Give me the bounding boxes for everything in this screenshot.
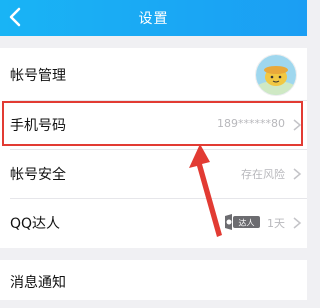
row-message-notifications[interactable]: 消息通知 — [0, 260, 307, 308]
qq-master-badge-text: 达人 — [239, 218, 255, 228]
row-label: 消息通知 — [10, 275, 66, 291]
qq-master-badge-icon: 达人 — [225, 214, 260, 230]
qq-master-days: 1天 — [267, 217, 285, 230]
settings-group-secondary: 消息通知 — [0, 260, 307, 300]
row-account-security[interactable]: 帐号安全 存在风险 — [0, 150, 307, 198]
row-qq-master[interactable]: QQ达人 达人 1天 — [0, 199, 307, 247]
row-label: 帐号管理 — [10, 68, 66, 84]
phone-number-value: 189******80 — [217, 117, 285, 130]
security-status-value: 存在风险 — [241, 168, 285, 181]
header-bar: 设置 — [0, 0, 307, 36]
row-label: QQ达人 — [10, 216, 61, 232]
avatar-icon — [255, 54, 297, 96]
settings-group-main: 帐号管理 手机号码 189******80 帐号安全 存在风险 QQ达人 达人 … — [0, 48, 307, 248]
chevron-right-icon — [293, 119, 302, 131]
row-account-management[interactable]: 帐号管理 — [0, 48, 307, 100]
row-phone-number[interactable]: 手机号码 189******80 — [0, 101, 307, 149]
row-label: 帐号安全 — [10, 167, 66, 183]
page-title: 设置 — [138, 11, 169, 27]
chevron-right-icon — [293, 168, 302, 180]
chevron-right-icon — [293, 217, 302, 229]
row-label: 手机号码 — [10, 118, 66, 134]
